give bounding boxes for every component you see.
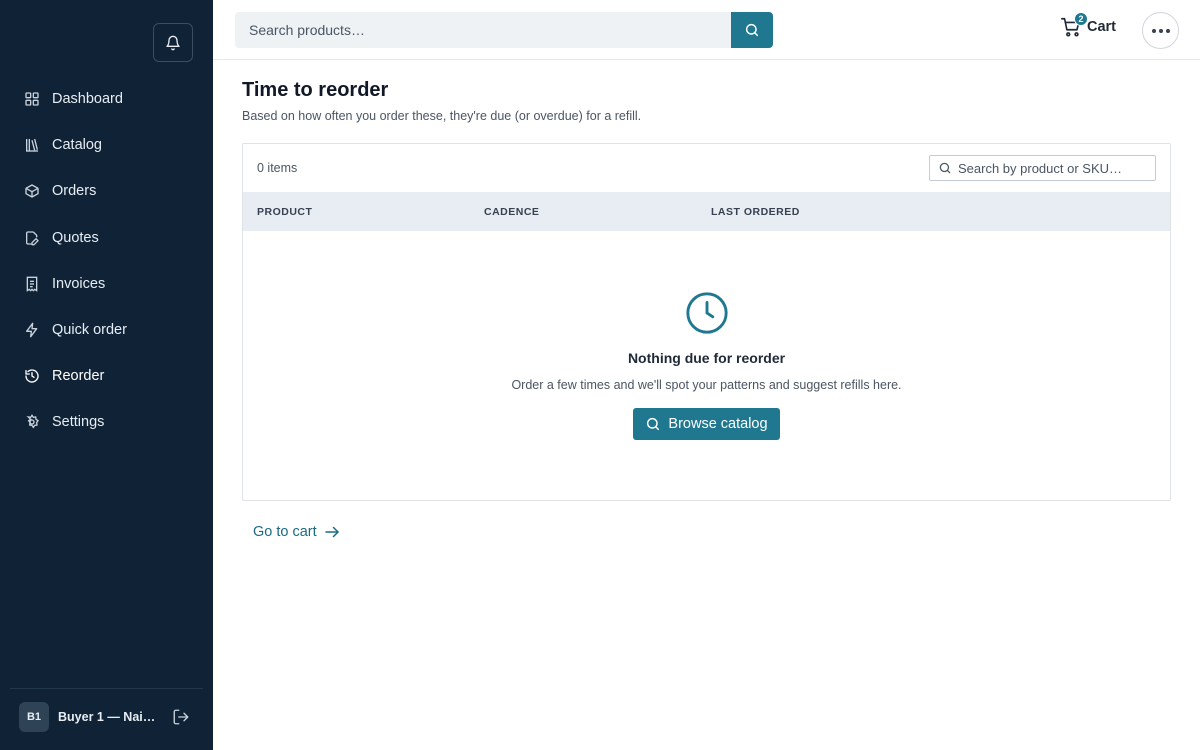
go-to-cart-label: Go to cart bbox=[253, 524, 317, 540]
go-to-cart-link[interactable]: Go to cart bbox=[253, 523, 341, 541]
sidebar-item-label: Settings bbox=[52, 414, 105, 431]
sidebar-item-label: Invoices bbox=[52, 275, 106, 292]
sidebar-item-reorder[interactable]: Reorder bbox=[0, 353, 213, 399]
column-header-product[interactable]: PRODUCT bbox=[257, 206, 484, 218]
empty-state: Nothing due for reorder Order a few time… bbox=[243, 231, 1170, 500]
sidebar-item-settings[interactable]: Settings bbox=[0, 399, 213, 445]
sidebar-item-quotes[interactable]: Quotes bbox=[0, 215, 213, 261]
browse-catalog-label: Browse catalog bbox=[668, 416, 768, 432]
page-subtitle: Based on how often you order these, they… bbox=[242, 109, 642, 123]
sidebar-item-label: Reorder bbox=[52, 368, 105, 385]
column-header-last-ordered[interactable]: LAST ORDERED bbox=[711, 206, 938, 218]
sidebar-item-label: Dashboard bbox=[52, 91, 123, 108]
table-search bbox=[929, 155, 1156, 181]
page-title: Time to reorder bbox=[242, 79, 389, 101]
sidebar-item-orders[interactable]: Orders bbox=[0, 168, 213, 214]
cart-label: Cart bbox=[1087, 19, 1117, 35]
sidebar-nav: Dashboard Catalog Orders Quotes Invoices… bbox=[0, 76, 213, 446]
notifications-button[interactable] bbox=[153, 23, 193, 62]
items-count: 0 items bbox=[257, 161, 298, 175]
lightning-icon bbox=[24, 322, 40, 338]
sidebar: Dashboard Catalog Orders Quotes Invoices… bbox=[0, 0, 213, 750]
sidebar-divider bbox=[10, 688, 203, 689]
search-button[interactable] bbox=[731, 12, 773, 48]
gear-icon bbox=[24, 414, 40, 430]
clock-icon bbox=[685, 292, 728, 334]
more-menu-button[interactable] bbox=[1142, 12, 1179, 49]
grid-icon bbox=[24, 91, 40, 107]
user-profile[interactable]: B1 Buyer 1 — Nairobi bbox=[19, 701, 193, 732]
bell-icon bbox=[166, 35, 180, 50]
arrow-right-icon bbox=[324, 526, 339, 538]
top-bar: 2 Cart bbox=[213, 0, 1200, 60]
table-header: PRODUCT CADENCE LAST ORDERED bbox=[243, 192, 1170, 231]
table-search-input[interactable] bbox=[958, 160, 1148, 176]
sidebar-item-label: Quotes bbox=[52, 229, 99, 246]
table-toolbar: 0 items bbox=[243, 144, 1170, 192]
search-icon bbox=[745, 23, 759, 37]
history-icon bbox=[24, 368, 40, 384]
sidebar-item-label: Catalog bbox=[52, 137, 102, 154]
cart-button[interactable]: 2 Cart bbox=[1060, 12, 1117, 38]
sidebar-item-label: Orders bbox=[52, 183, 97, 200]
cart-count-badge: 2 bbox=[1074, 12, 1088, 26]
sidebar-item-dashboard[interactable]: Dashboard bbox=[0, 76, 213, 122]
browse-catalog-button[interactable]: Browse catalog bbox=[633, 408, 780, 440]
sidebar-item-quick-order[interactable]: Quick order bbox=[0, 307, 213, 353]
search-icon bbox=[647, 417, 660, 431]
sidebar-item-label: Quick order bbox=[52, 322, 127, 339]
reorder-table-panel: 0 items PRODUCT CADENCE LAST ORDERED Not… bbox=[242, 143, 1171, 501]
catalog-icon bbox=[24, 137, 40, 153]
sidebar-item-catalog[interactable]: Catalog bbox=[0, 122, 213, 168]
box-icon bbox=[24, 183, 40, 199]
more-dots-icon bbox=[1151, 28, 1170, 33]
logout-icon[interactable] bbox=[172, 708, 190, 726]
receipt-icon bbox=[24, 276, 40, 292]
column-header-cadence[interactable]: CADENCE bbox=[484, 206, 711, 218]
search-icon bbox=[939, 162, 951, 174]
quote-icon bbox=[24, 230, 40, 246]
sidebar-item-invoices[interactable]: Invoices bbox=[0, 261, 213, 307]
search-input[interactable] bbox=[235, 12, 731, 48]
empty-state-title: Nothing due for reorder bbox=[627, 350, 786, 366]
empty-state-text: Order a few times and we'll spot your pa… bbox=[511, 378, 902, 392]
product-search bbox=[235, 12, 773, 48]
avatar: B1 bbox=[19, 701, 49, 732]
user-name: Buyer 1 — Nairobi bbox=[58, 709, 158, 724]
cart-icon: 2 bbox=[1060, 12, 1088, 38]
